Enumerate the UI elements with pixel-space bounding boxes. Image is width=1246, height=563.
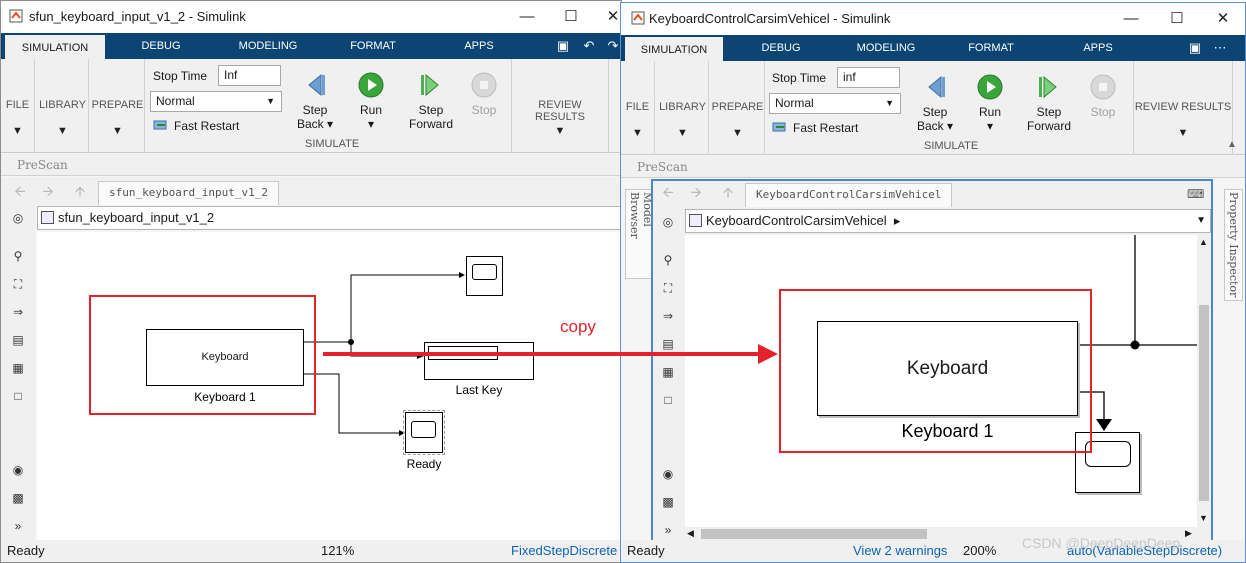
watermark: CSDN @DeepDeepDeep [1022,535,1181,551]
copy-annotation: copy [560,317,596,336]
copy-arrow [323,344,778,364]
